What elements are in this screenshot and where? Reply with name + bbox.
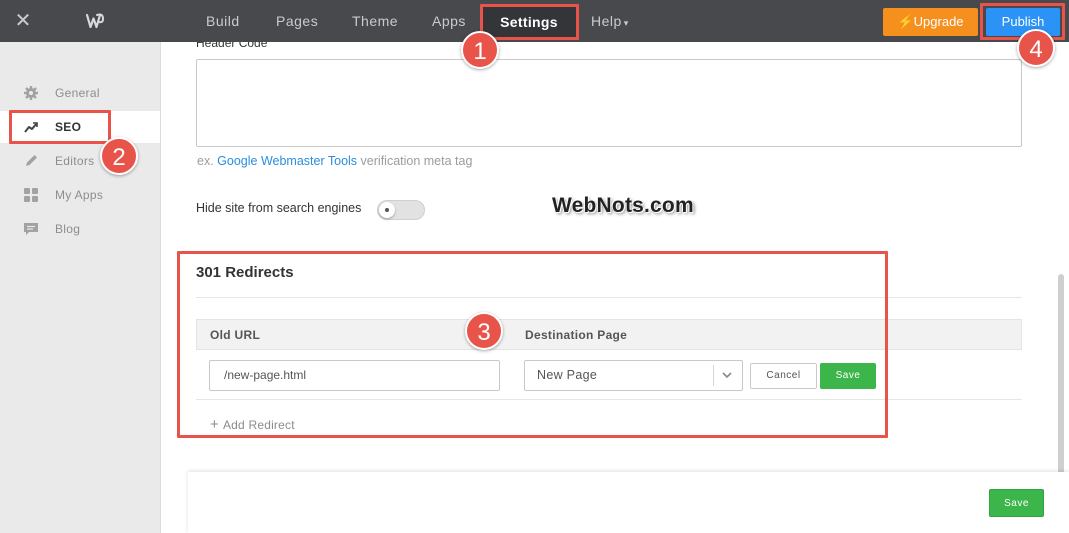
nav-pages[interactable]: Pages [276, 0, 318, 42]
highlight-settings [480, 4, 579, 40]
header-code-textarea[interactable] [196, 59, 1022, 147]
pencil-icon [26, 155, 37, 166]
nav-build[interactable]: Build [206, 0, 240, 42]
nav-apps[interactable]: Apps [432, 0, 466, 42]
nav-help[interactable]: Help ▾ [591, 0, 629, 42]
step-badge-2: 2 [100, 137, 138, 175]
toggle-knob [379, 202, 395, 218]
upgrade-label: Upgrade [913, 14, 964, 29]
upgrade-button[interactable]: ⚡Upgrade [883, 8, 978, 36]
nav-help-label: Help [591, 13, 622, 29]
nav-theme[interactable]: Theme [352, 0, 398, 42]
step-badge-3: 3 [465, 312, 503, 350]
grid-icon [24, 188, 38, 202]
gear-icon [24, 86, 38, 100]
toggle-dot [385, 208, 389, 212]
header-code-label: Header Code [196, 42, 268, 50]
step-badge-1: 1 [461, 31, 499, 69]
sidebar-item-my-apps[interactable]: My Apps [0, 179, 160, 211]
sidebar-item-label: Editors [55, 154, 95, 168]
google-webmaster-tools-link[interactable]: Google Webmaster Tools [217, 154, 357, 168]
hint-prefix: ex. [197, 154, 214, 168]
hide-site-toggle[interactable] [377, 200, 425, 220]
header-code-hint: ex. Google Webmaster Tools verification … [197, 154, 472, 168]
chat-icon [24, 223, 38, 235]
lightning-icon: ⚡ [897, 14, 914, 29]
chevron-down-icon: ▾ [623, 18, 629, 28]
close-icon[interactable]: ✕ [14, 11, 32, 31]
sidebar-item-label: Blog [55, 222, 81, 236]
webnots-watermark: WebNots.com [552, 194, 694, 217]
hint-suffix: verification meta tag [360, 154, 473, 168]
step-badge-4: 4 [1017, 29, 1055, 67]
sidebar-item-general[interactable]: General [0, 77, 160, 109]
footer-panel: Save [188, 472, 1069, 533]
footer-save-button[interactable]: Save [989, 489, 1044, 517]
hide-site-label: Hide site from search engines [196, 201, 362, 215]
highlight-seo [9, 110, 111, 144]
sidebar-item-label: My Apps [55, 188, 104, 202]
highlight-redirects [177, 251, 888, 438]
sidebar-item-blog[interactable]: Blog [0, 213, 160, 245]
weebly-logo-icon[interactable] [84, 10, 106, 32]
sidebar-item-label: General [55, 86, 100, 100]
scrollbar[interactable] [1058, 274, 1064, 474]
